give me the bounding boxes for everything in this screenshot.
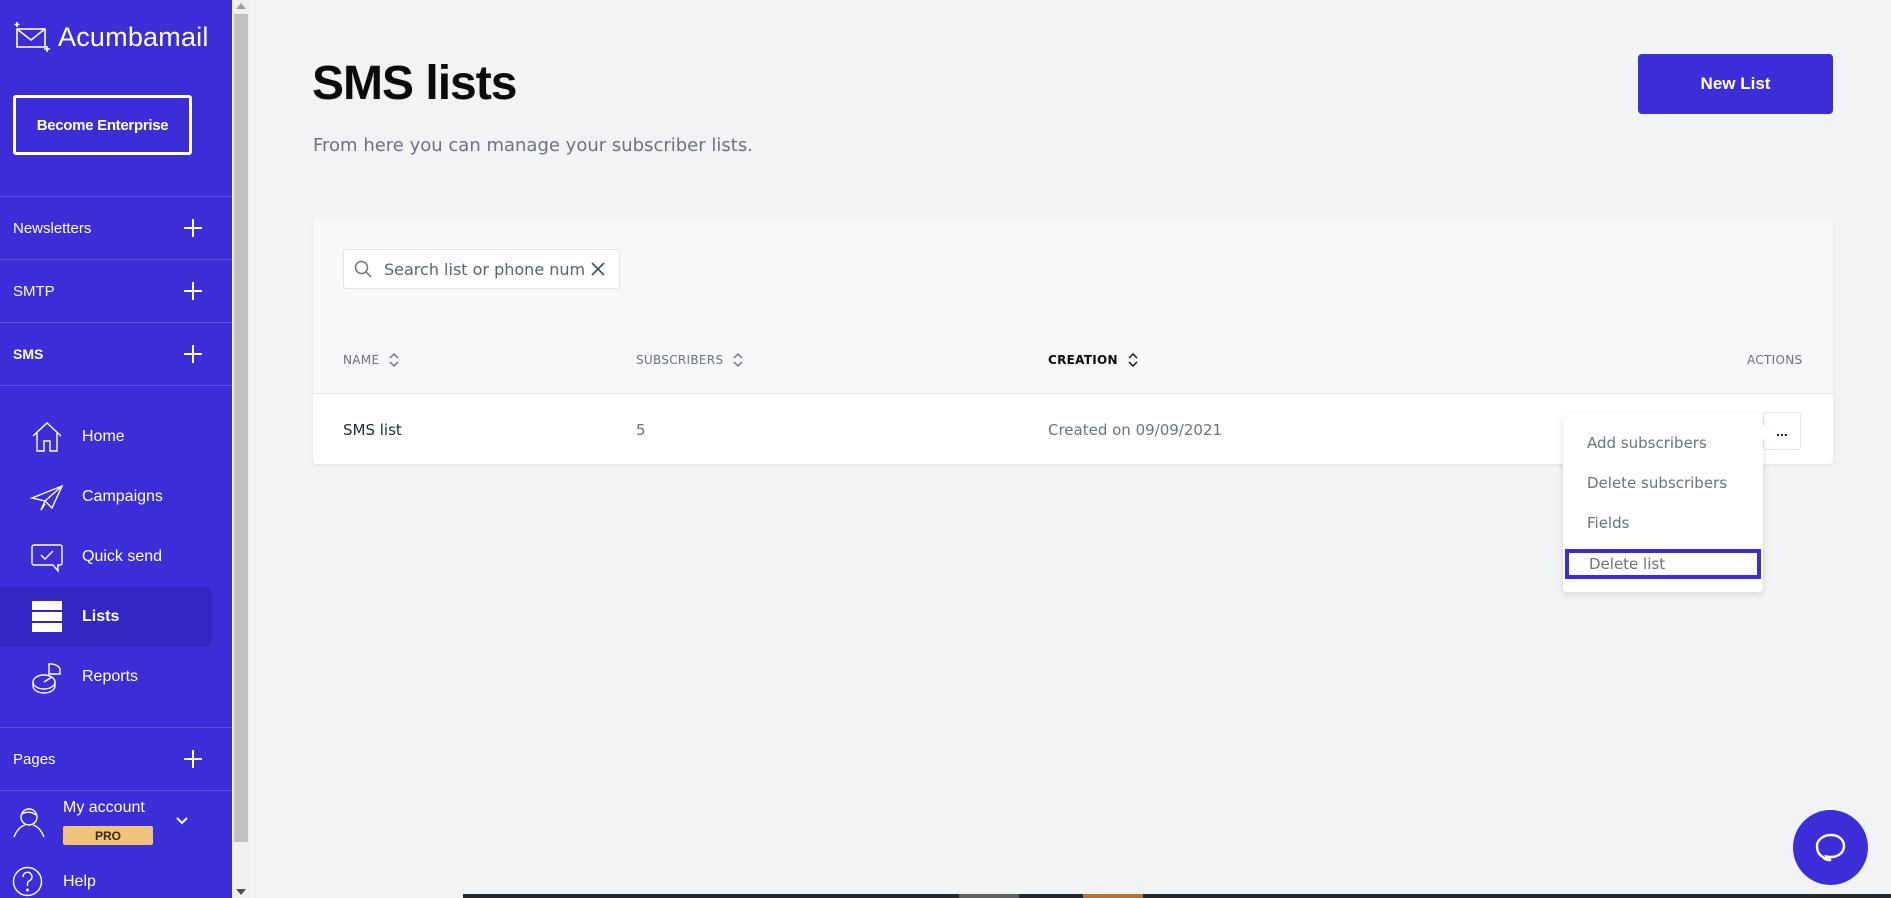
support-chat-button[interactable] (1793, 810, 1868, 885)
new-list-button[interactable]: New List (1638, 54, 1833, 114)
sidebar-item-home[interactable]: Home (0, 407, 212, 467)
page-subtitle: From here you can manage your subscriber… (313, 135, 753, 156)
sidebar-item-reports[interactable]: Reports (0, 647, 212, 707)
question-circle-icon (12, 866, 43, 897)
menu-item-fields[interactable]: Fields (1587, 514, 1629, 532)
sidebar-section-smtp[interactable]: SMTP (0, 259, 232, 322)
nav-label: Quick send (82, 548, 163, 565)
search-box[interactable] (343, 249, 620, 289)
sort-icon[interactable] (389, 353, 399, 367)
help-link[interactable]: Help (12, 866, 96, 897)
column-label: SUBSCRIBERS (636, 353, 724, 367)
menu-item-delete-list[interactable]: Delete list (1565, 549, 1761, 579)
scroll-up-arrow[interactable] (236, 3, 246, 9)
my-account[interactable]: My account PRO (0, 790, 232, 862)
sidebar-section-pages[interactable]: Pages (0, 727, 232, 790)
column-label: ACTIONS (1747, 353, 1803, 367)
column-header-actions: ACTIONS (1747, 353, 1802, 367)
nav-label: Campaigns (82, 488, 163, 505)
os-taskbar (463, 894, 1891, 898)
search-input[interactable] (384, 259, 584, 279)
table-header: NAME SUBSCRIBERS CREATION ACTIONS (313, 329, 1833, 394)
plus-icon[interactable] (184, 219, 202, 237)
account-label: My account (63, 799, 145, 816)
sort-icon[interactable] (1128, 353, 1138, 367)
chat-bubble-icon (1815, 833, 1845, 861)
pie-chart-icon (32, 663, 61, 694)
nav-label: Home (82, 428, 125, 445)
section-label: Newsletters (13, 219, 92, 237)
chevron-down-icon[interactable] (174, 813, 190, 829)
brand-name: Acumbamail (58, 21, 209, 52)
user-icon (13, 808, 45, 838)
clear-icon[interactable] (590, 261, 606, 277)
nav-label: Reports (82, 668, 139, 685)
column-label: CREATION (1048, 353, 1118, 367)
help-label: Help (63, 872, 96, 890)
section-label: Pages (13, 750, 56, 768)
page-title: SMS lists (312, 57, 517, 110)
sidebar-item-lists[interactable]: Lists (0, 587, 212, 647)
sidebar-scrollbar[interactable] (232, 0, 250, 898)
sidebar: Acumbamail Become Enterprise Newsletters… (0, 0, 232, 898)
creation-date: Created on 09/09/2021 (1048, 421, 1223, 439)
search-icon (354, 260, 372, 278)
menu-item-delete-subscribers[interactable]: Delete subscribers (1587, 474, 1727, 492)
become-enterprise-button[interactable]: Become Enterprise (13, 95, 192, 155)
sort-icon[interactable] (733, 353, 743, 367)
sidebar-section-sms[interactable]: SMS (0, 322, 232, 385)
divider (0, 385, 232, 386)
envelope-sparkle-icon (14, 22, 50, 52)
brand-logo[interactable]: Acumbamail (14, 20, 209, 54)
list-icon (32, 601, 62, 632)
column-header-name[interactable]: NAME (343, 353, 399, 367)
taskbar-item[interactable] (959, 894, 1019, 898)
section-label: SMTP (13, 282, 55, 300)
column-header-subscribers[interactable]: SUBSCRIBERS (636, 353, 743, 367)
column-header-creation[interactable]: CREATION (1048, 353, 1138, 367)
home-icon (32, 422, 62, 452)
sidebar-section-newsletters[interactable]: Newsletters (0, 196, 232, 259)
actions-dropdown-menu: Add subscribers Delete subscribers Field… (1563, 414, 1771, 592)
section-label: SMS (13, 346, 44, 362)
sidebar-item-quick-send[interactable]: Quick send (0, 527, 212, 587)
sidebar-item-campaigns[interactable]: Campaigns (0, 467, 212, 527)
list-name[interactable]: SMS list (343, 421, 402, 439)
taskbar-item[interactable] (1083, 894, 1143, 898)
chat-check-icon (31, 544, 63, 573)
scroll-down-arrow[interactable] (236, 889, 246, 895)
plan-badge: PRO (63, 826, 153, 845)
plus-icon[interactable] (184, 345, 202, 363)
menu-item-add-subscribers[interactable]: Add subscribers (1587, 434, 1707, 452)
plus-icon[interactable] (184, 282, 202, 300)
scroll-thumb[interactable] (234, 14, 248, 842)
column-label: NAME (343, 353, 380, 367)
plus-icon[interactable] (184, 750, 202, 768)
nav-label: Lists (82, 608, 120, 625)
subscriber-count: 5 (636, 421, 646, 439)
paper-plane-icon (30, 484, 64, 511)
